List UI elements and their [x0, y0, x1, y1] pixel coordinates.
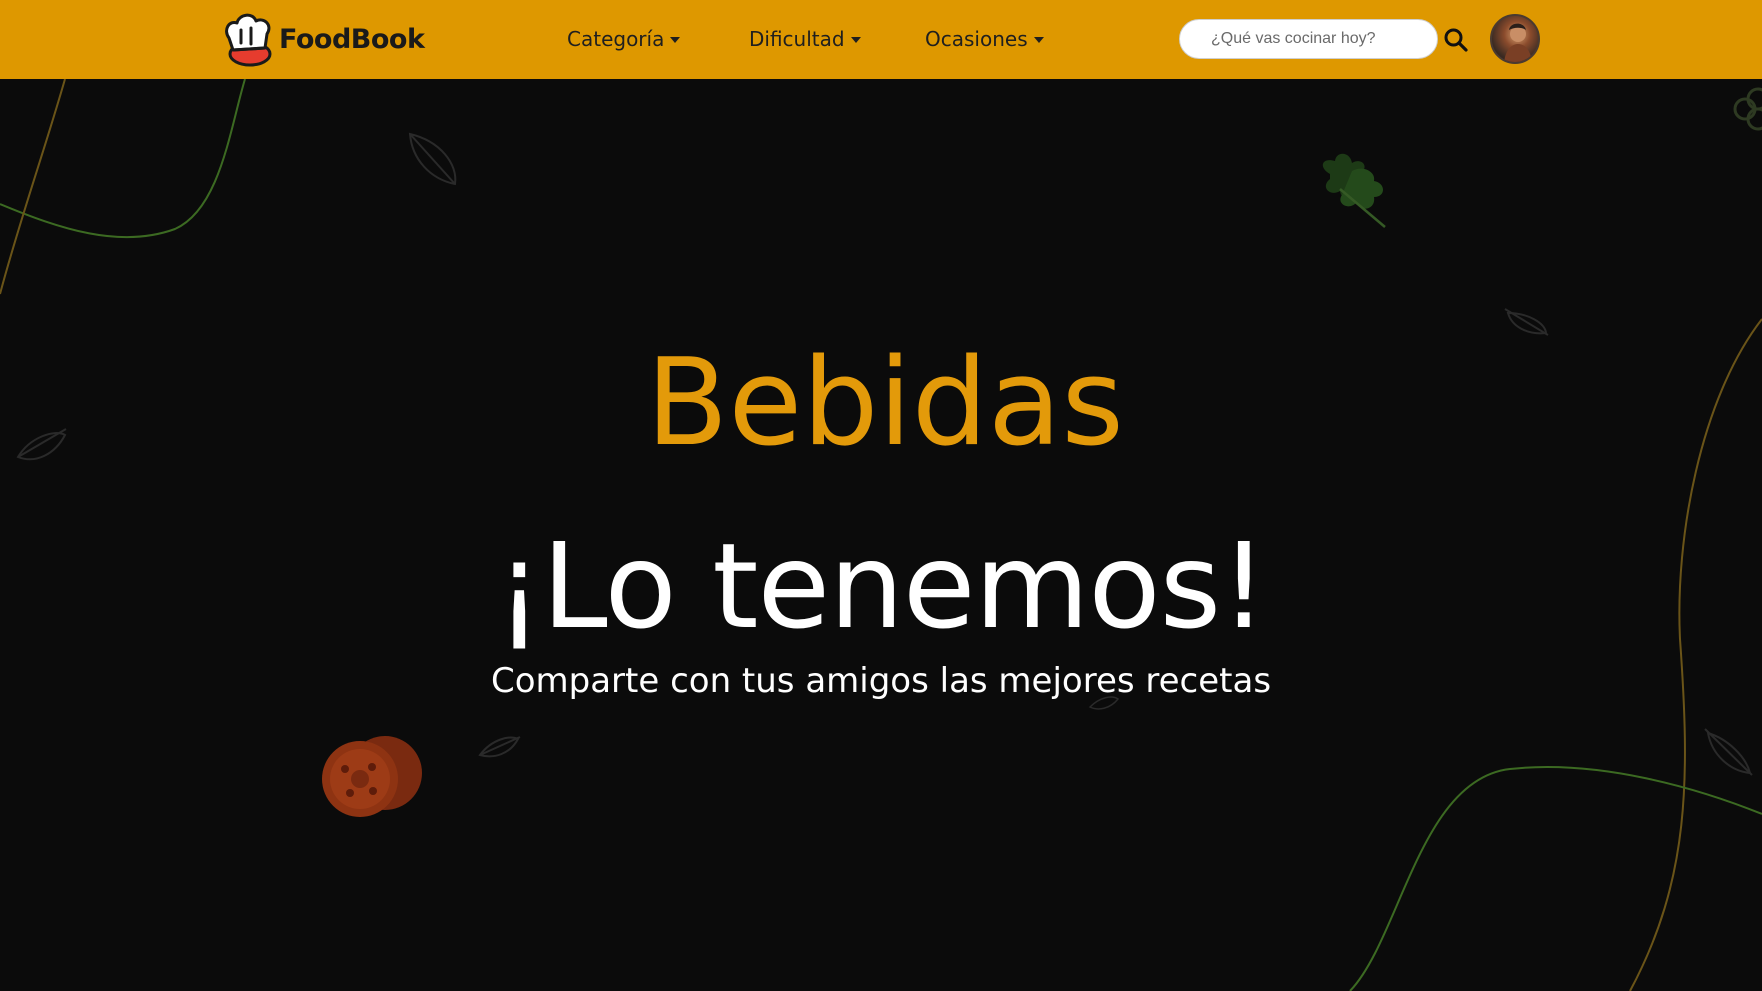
- chef-hat-logo-icon: [225, 13, 272, 67]
- nav-categoria-dropdown[interactable]: Categoría: [567, 25, 681, 53]
- search-icon[interactable]: [1443, 27, 1469, 53]
- hero-title: Bebidas: [646, 334, 1124, 473]
- search-input[interactable]: [1179, 19, 1438, 59]
- caret-down-icon: [1033, 37, 1044, 43]
- nav-dificultad-dropdown[interactable]: Dificultad: [749, 25, 861, 53]
- caret-down-icon: [850, 37, 861, 43]
- clover-outline-icon: [1733, 87, 1762, 131]
- nav-dificultad-label: Dificultad: [749, 27, 845, 51]
- leaf-outline-icon: [1704, 728, 1753, 776]
- brand-link[interactable]: FoodBook: [219, 10, 425, 68]
- avatar-photo: [1504, 23, 1532, 62]
- leaf-outline-icon: [478, 736, 521, 758]
- nav-categoria-label: Categoría: [567, 27, 665, 51]
- hero-section: Bebidas ¡Lo tenemos! Comparte con tus am…: [0, 79, 1762, 991]
- top-navbar: FoodBook Categoría Dificultad Ocasiones: [0, 0, 1762, 79]
- leaf-outline-icon: [408, 132, 457, 186]
- hero-headline: ¡Lo tenemos!: [495, 517, 1268, 655]
- nav-ocasiones-dropdown[interactable]: Ocasiones: [925, 25, 1044, 53]
- hero-subtitle: Comparte con tus amigos las mejores rece…: [490, 661, 1272, 701]
- user-avatar[interactable]: [1490, 14, 1540, 64]
- parsley-icon: [1322, 153, 1386, 228]
- tomato-slice-icon: [322, 736, 422, 817]
- caret-down-icon: [670, 37, 681, 43]
- brand-name: FoodBook: [279, 23, 425, 55]
- nav-ocasiones-label: Ocasiones: [925, 27, 1028, 51]
